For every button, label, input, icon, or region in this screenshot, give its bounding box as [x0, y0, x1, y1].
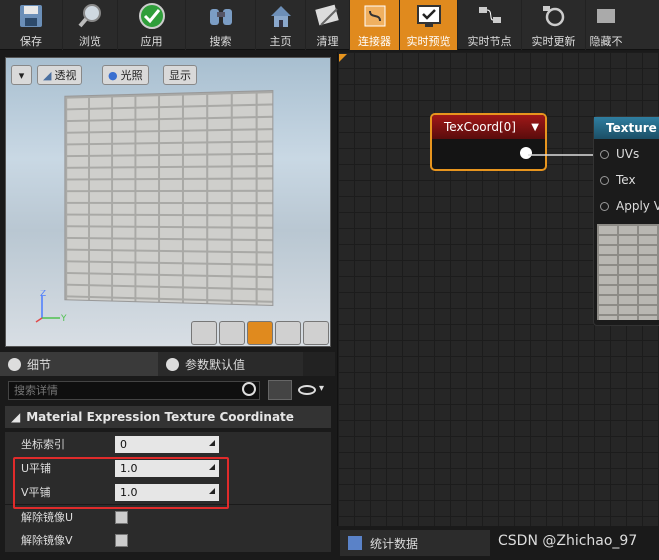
binoculars-icon — [205, 1, 237, 31]
info-icon — [8, 357, 21, 371]
input-pin-icon — [600, 149, 609, 159]
details-search-input[interactable]: 搜索详情 — [8, 381, 260, 400]
svg-text:Y: Y — [60, 314, 67, 324]
node-graph-icon — [474, 1, 506, 31]
preview-viewport[interactable]: ▾ ◢ 透视 ● 光照 显示 ZY — [5, 57, 331, 347]
magnifier-icon — [74, 1, 106, 31]
svg-text:Z: Z — [40, 290, 46, 299]
hide-unused-button[interactable]: 隐藏不 — [586, 0, 626, 50]
home-button[interactable]: 主页 — [256, 0, 306, 50]
collapse-triangle-icon[interactable]: ▼ — [531, 122, 539, 133]
refresh-nodes-icon — [538, 1, 570, 31]
unmirror-v-row: 解除镜像V — [5, 528, 331, 552]
unmirror-v-checkbox[interactable] — [115, 533, 128, 547]
chevron-down-icon: ▾ — [18, 68, 25, 82]
show-button[interactable]: 显示 — [163, 65, 197, 85]
stats-tab[interactable]: 统计数据 — [340, 530, 490, 556]
tab-parameter-defaults[interactable]: 参数默认值 — [158, 352, 303, 376]
live-preview-button[interactable]: 实时预览 — [400, 0, 458, 50]
search-button[interactable]: 搜索 — [186, 0, 256, 50]
tab-details[interactable]: 细节 — [0, 352, 158, 376]
perspective-icon: ◢ — [43, 68, 52, 82]
unmirror-u-checkbox[interactable] — [115, 510, 128, 524]
chevron-down-icon[interactable]: ▾ — [319, 383, 324, 394]
stats-icon — [348, 536, 362, 550]
input-pin-icon — [600, 175, 609, 185]
monitor-check-icon — [413, 1, 445, 31]
info-icon — [166, 357, 179, 371]
highlight-box — [13, 457, 229, 509]
perspective-button[interactable]: ◢ 透视 — [37, 65, 83, 85]
live-update-button[interactable]: 实时更新 — [522, 0, 586, 50]
house-icon — [265, 1, 297, 31]
axis-gizmo-icon: ZY — [35, 290, 67, 324]
floppy-disk-icon — [15, 1, 47, 31]
collapse-arrow-icon: ◢ — [11, 410, 21, 424]
browse-button[interactable]: 浏览 — [63, 0, 118, 50]
connector-button[interactable]: 连接器 — [350, 0, 400, 50]
graph-corner-marker — [339, 54, 347, 62]
cylinder-preview-icon[interactable] — [191, 321, 217, 345]
texcoord-node[interactable]: TexCoord[0] ▼ — [430, 113, 547, 171]
toolbar: 保存 浏览 应用 搜索 主页 清理 连接器 实时预览 实时节点 实时更新 隐藏不 — [0, 0, 659, 50]
clean-button[interactable]: 清理 — [306, 0, 350, 50]
sphere-preview-icon[interactable] — [219, 321, 245, 345]
coordinate-index-row: 坐标索引 0 — [5, 432, 331, 456]
save-button[interactable]: 保存 — [0, 0, 63, 50]
watermark: CSDN @Zhichao_97 — [498, 533, 638, 549]
apply-view-mip-pin[interactable]: Apply V — [600, 199, 659, 213]
teapot-preview-icon[interactable] — [303, 321, 329, 345]
preview-mesh-toolbar — [191, 321, 329, 345]
apply-button[interactable]: 应用 — [118, 0, 186, 50]
plane-preview-icon[interactable] — [247, 321, 273, 345]
uvs-pin[interactable]: UVs — [600, 147, 639, 161]
connector-icon — [359, 1, 391, 31]
live-nodes-button[interactable]: 实时节点 — [458, 0, 522, 50]
coordinate-index-field[interactable]: 0 — [115, 435, 219, 453]
preview-wall-mesh — [64, 90, 274, 306]
broom-icon — [312, 1, 344, 31]
checkmark-icon — [136, 1, 168, 31]
eye-icon[interactable] — [298, 385, 316, 395]
search-icon[interactable] — [242, 382, 256, 396]
category-header[interactable]: ◢ Material Expression Texture Coordinate — [5, 406, 331, 428]
lit-sphere-icon: ● — [108, 68, 118, 82]
details-tabs: 细节 参数默认值 — [0, 352, 335, 376]
cube-preview-icon[interactable] — [275, 321, 301, 345]
tex-pin[interactable]: Tex — [600, 173, 636, 187]
texture-preview-image — [597, 224, 659, 320]
input-pin-icon — [600, 201, 609, 211]
lit-button[interactable]: ● 光照 — [102, 65, 149, 85]
hide-icon — [590, 1, 622, 31]
grid-view-icon[interactable] — [268, 380, 292, 400]
viewport-menu-button[interactable]: ▾ — [11, 65, 32, 85]
